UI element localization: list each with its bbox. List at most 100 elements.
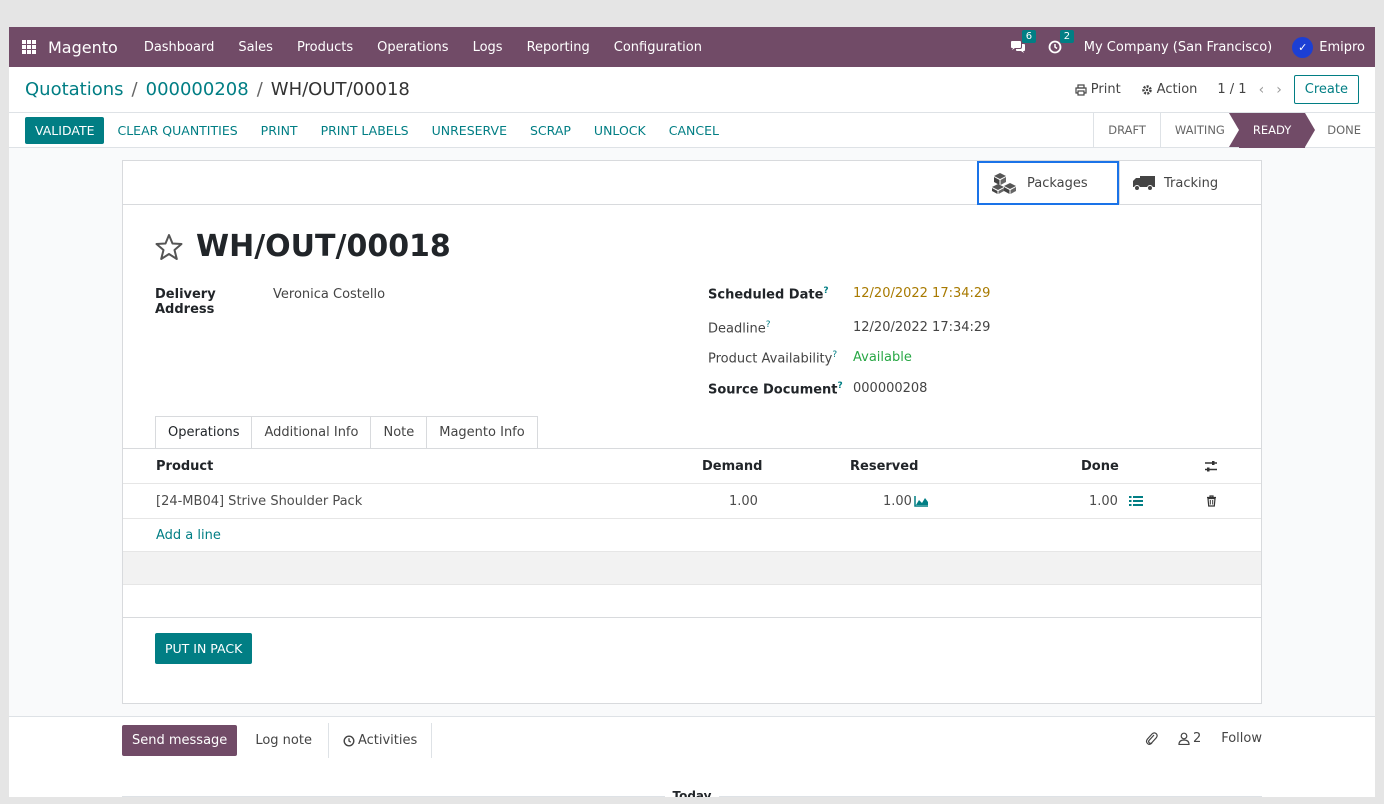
activities-badge: 2 [1059, 30, 1075, 43]
top-navbar: Magento Dashboard Sales Products Operati… [9, 27, 1375, 67]
print-button[interactable]: PRINT [251, 117, 308, 144]
form-sheet: Packages Tracking WH/OUT/00018 Delivery … [122, 160, 1262, 704]
header-demand[interactable]: Demand [702, 459, 763, 474]
smart-button-box: Packages Tracking [123, 161, 1261, 205]
tab-note[interactable]: Note [370, 416, 428, 448]
star-icon[interactable] [154, 233, 184, 261]
deadline-label: Deadline? [708, 320, 771, 337]
gear-icon [1141, 84, 1152, 95]
column-settings-icon[interactable] [1204, 460, 1218, 473]
delivery-address-value[interactable]: Veronica Costello [273, 287, 385, 317]
tab-magento-info[interactable]: Magento Info [426, 416, 538, 448]
print-menu-button[interactable]: Print [1075, 82, 1121, 97]
scheduled-date-field: Scheduled Date? 12/20/2022 17:34:29 [708, 286, 990, 302]
pager-value[interactable]: 1 / 1 [1217, 82, 1246, 97]
help-mark: ? [832, 350, 838, 360]
breadcrumb-current: WH/OUT/00018 [270, 79, 410, 100]
stage-draft[interactable]: DRAFT [1093, 112, 1160, 148]
row-product[interactable]: [24-MB04] Strive Shoulder Pack [156, 494, 362, 509]
deadline-field: Deadline? 12/20/2022 17:34:29 [708, 320, 990, 336]
menu-dashboard[interactable]: Dashboard [132, 40, 227, 55]
status-bar: VALIDATE CLEAR QUANTITIES PRINT PRINT LA… [9, 112, 1375, 148]
delivery-address-label: Delivery Address [155, 287, 216, 317]
user-name: Emipro [1319, 39, 1365, 55]
clock-icon [343, 734, 355, 747]
app-window: Magento Dashboard Sales Products Operati… [9, 27, 1375, 797]
menu-operations[interactable]: Operations [365, 40, 460, 55]
tab-additional-info[interactable]: Additional Info [251, 416, 372, 448]
scheduled-date-value[interactable]: 12/20/2022 17:34:29 [853, 286, 990, 302]
unlock-button[interactable]: UNLOCK [584, 117, 656, 144]
print-labels-button[interactable]: PRINT LABELS [311, 117, 419, 144]
validate-button[interactable]: VALIDATE [25, 116, 105, 144]
tracking-smart-button[interactable]: Tracking [1119, 161, 1261, 205]
table-row[interactable]: [24-MB04] Strive Shoulder Pack 1.00 1.00… [123, 484, 1261, 519]
messages-menu[interactable]: 6 [1010, 30, 1037, 54]
control-panel: Quotations / 000000208 / WH/OUT/00018 Pr… [9, 67, 1375, 113]
stage-ready[interactable]: READY [1228, 112, 1316, 148]
row-done[interactable]: 1.00 [1089, 494, 1118, 509]
detailed-operations-list-icon[interactable] [1129, 495, 1143, 507]
breadcrumb-order[interactable]: 000000208 [146, 79, 249, 100]
send-message-button[interactable]: Send message [122, 725, 238, 756]
scrap-button[interactable]: SCRAP [520, 117, 581, 144]
availability-value: Available [853, 350, 912, 365]
menu-products[interactable]: Products [285, 40, 365, 55]
availability-field: Product Availability? Available [708, 350, 912, 366]
action-menu-button[interactable]: Action [1141, 82, 1198, 97]
scheduled-date-label: Scheduled Date? [708, 286, 829, 303]
breadcrumb-quotations[interactable]: Quotations [25, 79, 124, 100]
chevron-right-icon[interactable]: › [1276, 82, 1282, 98]
clear-quantities-button[interactable]: CLEAR QUANTITIES [107, 117, 247, 144]
packages-label: Packages [1027, 175, 1088, 191]
activities-button[interactable]: Activities [327, 723, 433, 758]
stage-done[interactable]: DONE [1305, 113, 1375, 148]
breadcrumb: Quotations / 000000208 / WH/OUT/00018 [25, 79, 410, 100]
empty-row [123, 552, 1261, 585]
activities-menu[interactable]: 2 [1048, 30, 1075, 54]
help-mark: ? [837, 381, 843, 391]
put-in-pack-button[interactable]: PUT IN PACK [155, 633, 253, 664]
breadcrumb-separator: / [256, 79, 263, 100]
menu-sales[interactable]: Sales [226, 40, 285, 55]
today-label: Today [664, 789, 720, 797]
unreserve-button[interactable]: UNRESERVE [422, 117, 517, 144]
deadline-value: 12/20/2022 17:34:29 [853, 320, 991, 335]
log-note-button[interactable]: Log note [243, 725, 324, 756]
user-icon [1178, 732, 1190, 745]
app-brand[interactable]: Magento [48, 38, 118, 57]
header-done[interactable]: Done [1081, 459, 1119, 474]
source-document-value[interactable]: 000000208 [853, 381, 927, 397]
truck-icon [1133, 176, 1155, 191]
menu-configuration[interactable]: Configuration [602, 40, 714, 55]
user-menu[interactable]: ✓ Emipro [1292, 36, 1365, 58]
activities-label: Activities [357, 733, 418, 748]
follow-button[interactable]: Follow [1221, 731, 1262, 746]
paperclip-icon[interactable] [1145, 731, 1158, 746]
followers-button[interactable]: 2 [1178, 731, 1201, 746]
cancel-button[interactable]: CANCEL [659, 117, 729, 144]
stage-waiting[interactable]: WAITING [1159, 112, 1239, 148]
tab-operations[interactable]: Operations [155, 416, 253, 448]
menu-reporting[interactable]: Reporting [515, 40, 602, 55]
header-product[interactable]: Product [156, 459, 213, 474]
help-mark: ? [765, 320, 771, 330]
company-switcher[interactable]: My Company (San Francisco) [1084, 40, 1272, 55]
chevron-left-icon[interactable]: ‹ [1259, 82, 1265, 98]
add-line-link[interactable]: Add a line [156, 528, 221, 543]
stage-pipeline: DRAFT WAITING READY DONE [1093, 112, 1375, 148]
menu-logs[interactable]: Logs [461, 40, 515, 55]
packages-smart-button[interactable]: Packages [977, 161, 1119, 205]
print-label: Print [1090, 82, 1121, 97]
messages-badge: 6 [1021, 30, 1037, 43]
header-reserved[interactable]: Reserved [850, 459, 918, 474]
create-button[interactable]: Create [1293, 75, 1359, 104]
source-document-label: Source Document? [708, 381, 843, 398]
printer-icon [1075, 83, 1087, 96]
forecast-chart-icon[interactable] [914, 495, 929, 507]
action-label: Action [1156, 82, 1198, 97]
followers-count: 2 [1192, 731, 1202, 746]
add-line-row: Add a line [123, 519, 1261, 552]
trash-icon[interactable] [1206, 495, 1217, 507]
apps-menu-icon[interactable] [22, 40, 36, 54]
